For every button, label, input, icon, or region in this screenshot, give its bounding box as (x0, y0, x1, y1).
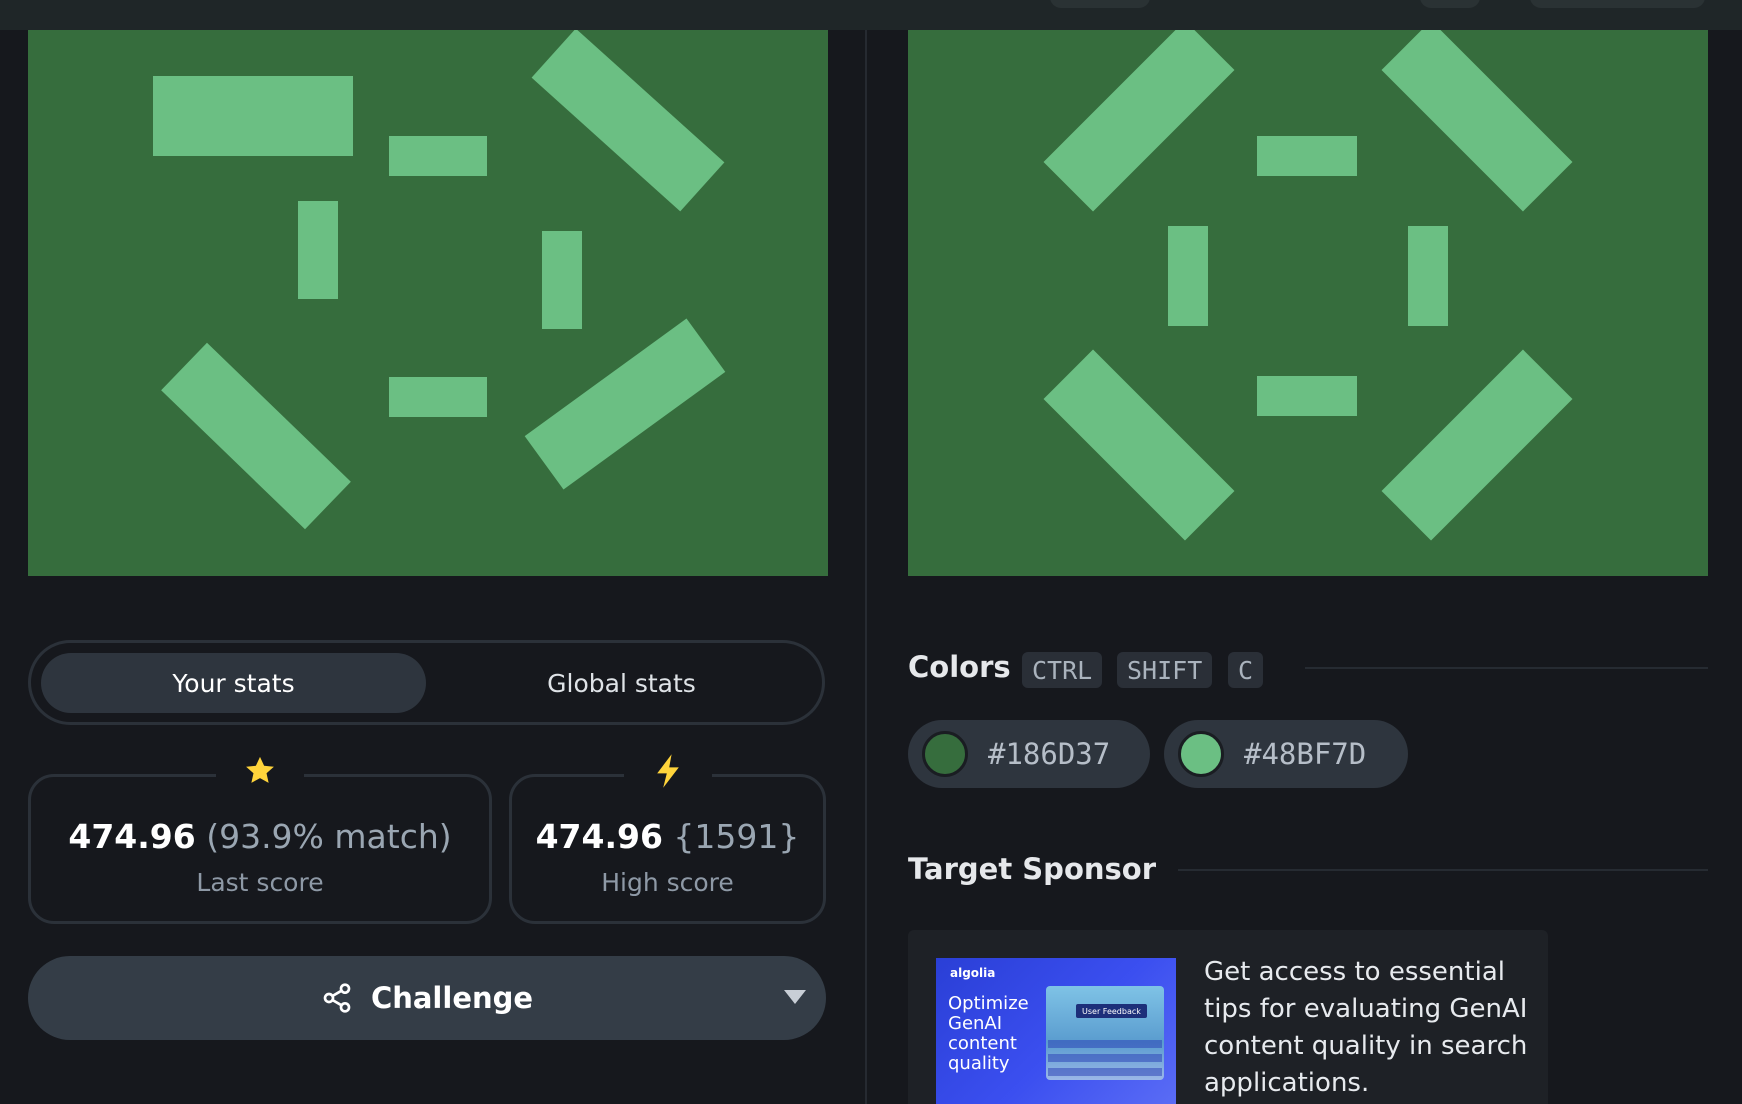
high-score-count: {1591} (673, 817, 800, 856)
shape-rectangle (153, 76, 353, 156)
sponsor-ad-image[interactable]: algolia Optimize GenAI content quality U… (936, 958, 1176, 1104)
color-hex: #48BF7D (1244, 737, 1367, 771)
top-bar-control[interactable] (1530, 0, 1705, 8)
last-score-label: Last score (196, 868, 324, 897)
color-chip[interactable]: #186D37 (908, 720, 1150, 788)
shape-rectangle (542, 231, 582, 329)
target-canvas (908, 30, 1708, 576)
ad-row (1048, 1054, 1162, 1062)
shape-rectangle (1408, 226, 1448, 326)
last-score-match: (93.9% match) (206, 817, 452, 856)
share-icon (321, 982, 353, 1014)
last-score-card: 474.96 (93.9% match) Last score (28, 751, 492, 924)
section-rule (1178, 869, 1708, 871)
ad-headline: Optimize GenAI content quality (948, 993, 1029, 1074)
lightning-icon (623, 751, 712, 791)
high-score-label: High score (601, 868, 734, 897)
last-score-value: 474.96 (68, 817, 196, 856)
high-score-value: 474.96 (535, 817, 663, 856)
top-bar-control[interactable] (1050, 0, 1150, 8)
top-bar-control[interactable] (1420, 0, 1480, 8)
column-divider (865, 30, 867, 1104)
star-icon (216, 751, 304, 791)
canvas-background (28, 30, 828, 576)
color-swatch (1178, 731, 1224, 777)
colors-title: Colors (908, 650, 1011, 684)
ad-row (1048, 1068, 1162, 1076)
shortcut-key-shift: SHIFT (1117, 652, 1213, 688)
tab-your-stats[interactable]: Your stats (41, 653, 426, 713)
color-swatch (922, 731, 968, 777)
ad-badge: User Feedback (1076, 1004, 1147, 1018)
sponsor-card[interactable]: algolia Optimize GenAI content quality U… (908, 930, 1548, 1104)
canvas-background (908, 30, 1708, 576)
section-rule (1305, 667, 1708, 669)
top-bar (0, 0, 1742, 30)
last-score-line: 474.96 (93.9% match) (31, 817, 489, 856)
color-chip[interactable]: #48BF7D (1164, 720, 1408, 788)
challenge-label: Challenge (370, 981, 534, 1015)
shape-rectangle (389, 377, 487, 417)
shape-rectangle (1168, 226, 1208, 326)
shape-rectangle (389, 136, 487, 176)
ad-panel (1046, 986, 1164, 1080)
color-hex: #186D37 (988, 737, 1111, 771)
shortcut-key-ctrl: CTRL (1022, 652, 1103, 688)
player-canvas[interactable] (28, 30, 828, 576)
tab-global-stats[interactable]: Global stats (429, 653, 814, 713)
ad-row (1048, 1040, 1162, 1048)
sponsor-title: Target Sponsor (908, 852, 1157, 886)
high-score-line: 474.96 {1591} (512, 817, 823, 856)
ad-brand: algolia (950, 966, 996, 980)
shape-rectangle (298, 201, 338, 299)
shape-rectangle (1257, 136, 1357, 176)
chevron-down-icon[interactable] (784, 990, 806, 1004)
challenge-button[interactable]: Challenge (28, 956, 826, 1040)
high-score-card: 474.96 {1591} High score (509, 751, 826, 924)
stats-toggle: Your stats Global stats (28, 640, 825, 725)
shape-rectangle (1257, 376, 1357, 416)
shortcut-key-c: C (1228, 652, 1264, 688)
sponsor-copy: Get access to essential tips for evaluat… (1204, 957, 1528, 1098)
